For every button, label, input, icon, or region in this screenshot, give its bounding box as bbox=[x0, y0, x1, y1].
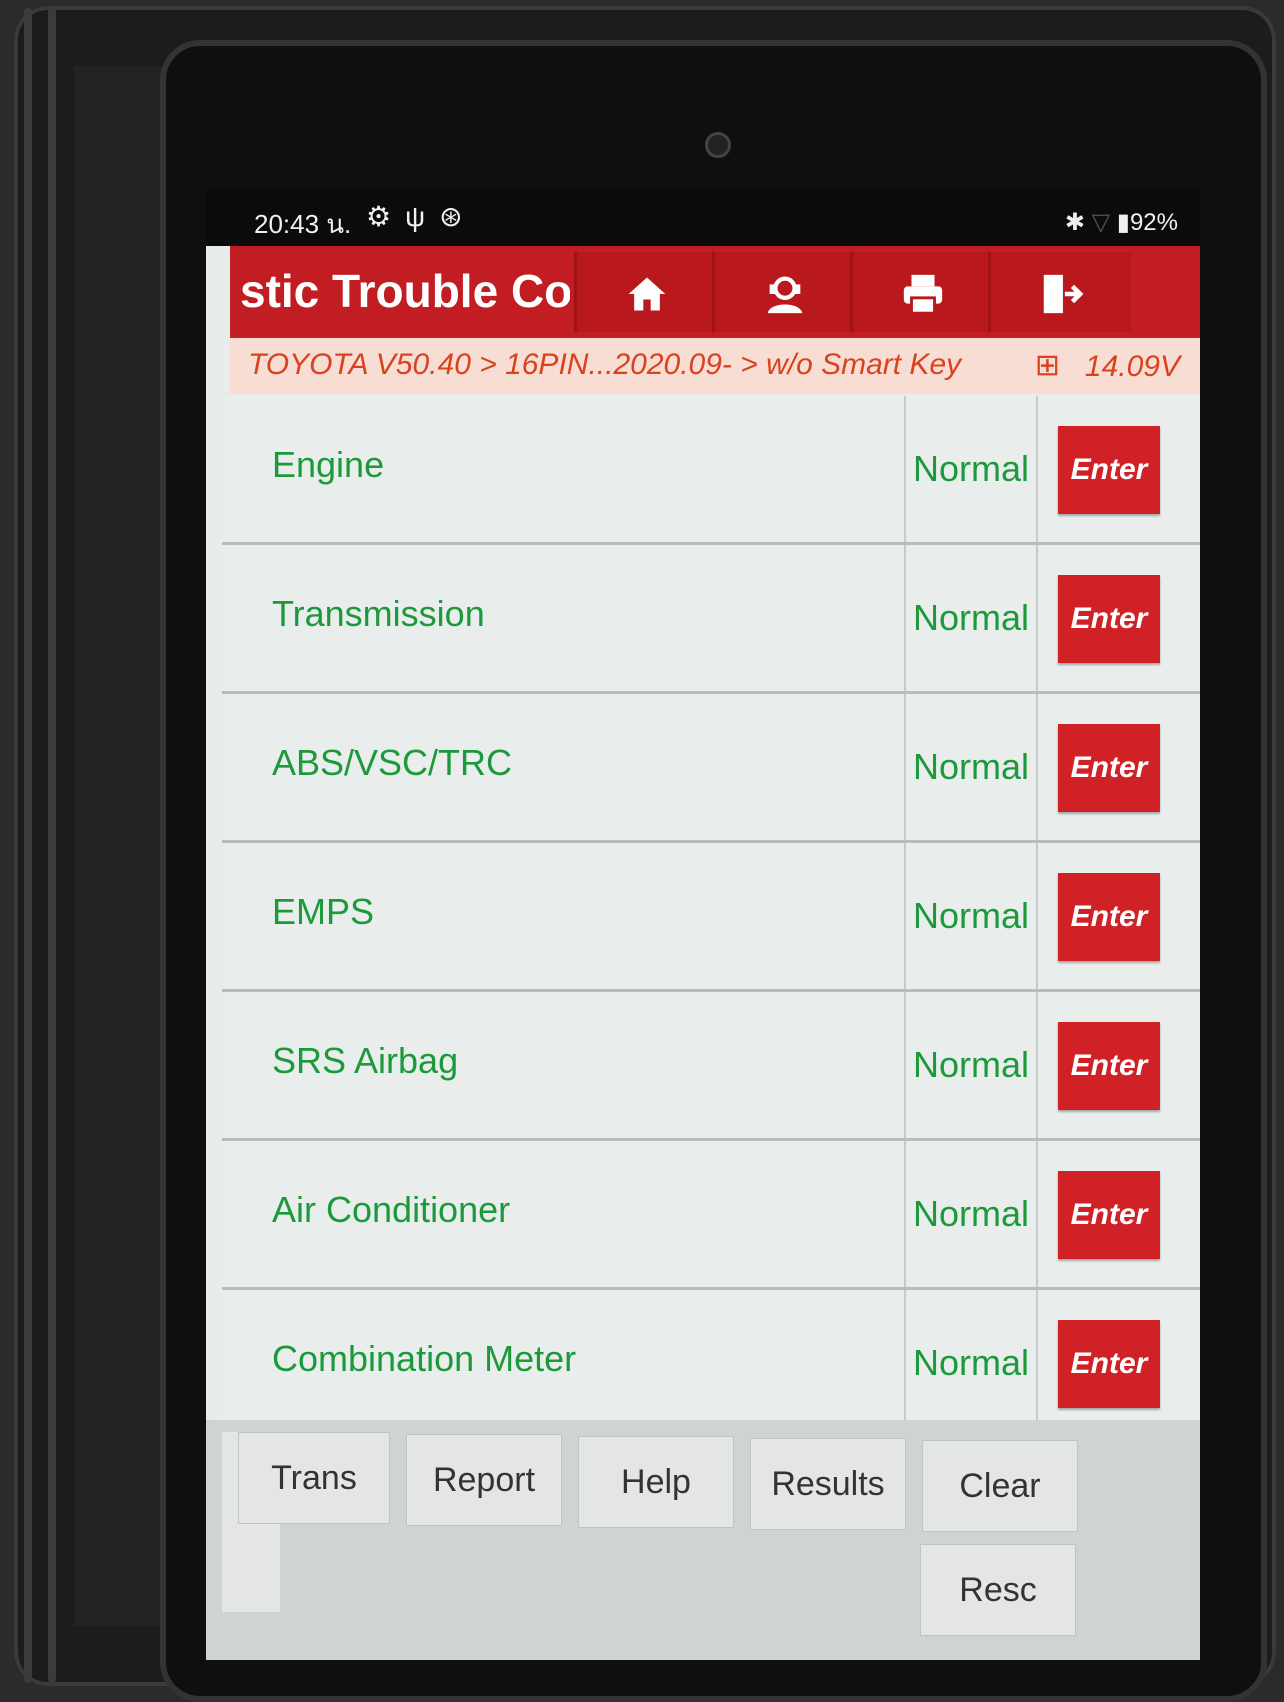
printer-icon bbox=[903, 275, 943, 316]
exit-button[interactable] bbox=[988, 252, 1131, 332]
help-button[interactable]: Help bbox=[578, 1436, 734, 1528]
system-status: Normal bbox=[904, 843, 1038, 989]
status-icons: ⚙ψ⊛ bbox=[366, 200, 477, 233]
battery-icon: ▮ bbox=[1116, 209, 1130, 236]
print-button[interactable] bbox=[850, 252, 993, 332]
enter-button[interactable]: Enter bbox=[1058, 1022, 1160, 1110]
enter-button[interactable]: Enter bbox=[1058, 575, 1160, 663]
table-row: Transmission Normal Enter bbox=[222, 545, 1200, 694]
system-status: Normal bbox=[904, 1290, 1038, 1436]
system-name: Transmission bbox=[272, 593, 485, 634]
stethoscope-icon: ψ bbox=[405, 201, 440, 232]
wifi-icon: ▽ bbox=[1091, 209, 1111, 236]
system-name: EMPS bbox=[272, 891, 375, 932]
bottom-toolbar: Trans Report Help Results Clear Resc bbox=[206, 1420, 1200, 1660]
battery-voltage-icon: ⊞ bbox=[1034, 349, 1060, 382]
trans-button[interactable]: Trans bbox=[238, 1432, 390, 1524]
table-row: SRS Airbag Normal Enter bbox=[222, 992, 1200, 1141]
enter-button[interactable]: Enter bbox=[1058, 426, 1160, 514]
battery-level: 92% bbox=[1129, 209, 1178, 236]
table-row: Air Conditioner Normal Enter bbox=[222, 1141, 1200, 1290]
clear-button[interactable]: Clear bbox=[922, 1440, 1078, 1532]
system-name: SRS Airbag bbox=[272, 1040, 459, 1081]
system-status: Normal bbox=[904, 694, 1038, 840]
system-name: Combination Meter bbox=[272, 1338, 577, 1379]
status-right: ✱ ▽ ▮92% bbox=[1065, 208, 1178, 237]
battery-voltage: 14.09V bbox=[1084, 350, 1180, 383]
system-list: Engine Normal Enter Transmission Normal … bbox=[222, 396, 1200, 1482]
enter-button[interactable]: Enter bbox=[1058, 1171, 1160, 1259]
support-button[interactable] bbox=[712, 252, 855, 332]
table-row: EMPS Normal Enter bbox=[222, 843, 1200, 992]
status-time: 20:43 น. bbox=[254, 209, 352, 239]
enter-button[interactable]: Enter bbox=[1058, 873, 1160, 961]
report-button[interactable]: Report bbox=[406, 1434, 562, 1526]
exit-icon bbox=[1043, 275, 1084, 314]
system-name: Air Conditioner bbox=[272, 1189, 511, 1230]
system-name: ABS/VSC/TRC bbox=[272, 742, 513, 783]
enter-button[interactable]: Enter bbox=[1058, 1320, 1160, 1408]
resc-button[interactable]: Resc bbox=[920, 1544, 1076, 1636]
breadcrumb: TOYOTA V50.40 > 16PIN...2020.09- > w/o S… bbox=[230, 338, 1200, 394]
table-row: ABS/VSC/TRC Normal Enter bbox=[222, 694, 1200, 843]
system-status: Normal bbox=[904, 992, 1038, 1138]
table-row: Engine Normal Enter bbox=[222, 396, 1200, 545]
page-title: stic Trouble Co bbox=[240, 265, 570, 317]
status-bar: 20:43 น. ⚙ψ⊛ ✱ ▽ ▮92% bbox=[206, 190, 1200, 246]
home-icon bbox=[628, 277, 666, 311]
device-screen: 20:43 น. ⚙ψ⊛ ✱ ▽ ▮92% stic Trouble Co TO… bbox=[206, 190, 1200, 1660]
system-status: Normal bbox=[904, 1141, 1038, 1287]
support-agent-icon bbox=[767, 276, 803, 314]
home-button[interactable] bbox=[574, 252, 717, 332]
enter-button[interactable]: Enter bbox=[1058, 724, 1160, 812]
bezel-grip bbox=[48, 8, 56, 1683]
camera-icon bbox=[705, 132, 731, 158]
bluetooth-circle-icon: ⊛ bbox=[439, 201, 477, 232]
bluetooth-icon: ✱ bbox=[1064, 209, 1085, 236]
gear-icon: ⚙ bbox=[366, 201, 406, 232]
system-status: Normal bbox=[904, 545, 1038, 691]
title-bar: stic Trouble Co bbox=[230, 246, 1200, 338]
system-name: Engine bbox=[272, 444, 385, 485]
bezel-grip bbox=[24, 8, 32, 1683]
results-button[interactable]: Results bbox=[750, 1438, 906, 1530]
table-row: Combination Meter Normal Enter bbox=[222, 1290, 1200, 1439]
breadcrumb-path: TOYOTA V50.40 > 16PIN...2020.09- > w/o S… bbox=[248, 348, 962, 381]
system-status: Normal bbox=[904, 396, 1038, 542]
